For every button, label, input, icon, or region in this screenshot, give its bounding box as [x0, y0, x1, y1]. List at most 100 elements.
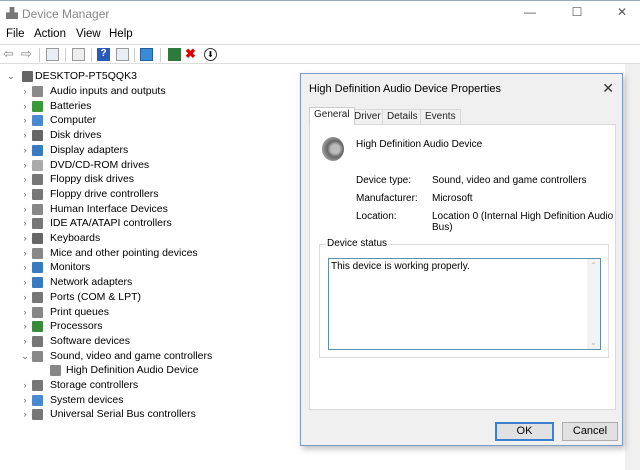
chevron-right-icon[interactable]: › — [20, 393, 30, 408]
properties-icon[interactable] — [72, 48, 85, 61]
tree-root-label: DESKTOP-PT5QQK3 — [35, 70, 137, 82]
tree-item-label: Computer — [50, 114, 97, 127]
device-type-value: Sound, video and game controllers — [432, 175, 587, 186]
device-status-group: Device status This device is working pro… — [319, 238, 609, 358]
location-label: Location: — [356, 211, 397, 222]
menu-help[interactable]: Help — [109, 28, 133, 40]
status-scrollbar[interactable]: ⌃ ⌄ — [587, 259, 600, 349]
device-status-label: Device status — [326, 238, 389, 249]
chevron-right-icon[interactable]: › — [20, 128, 30, 143]
toolbar: ⇦ ⇨ ? ✖ ⬇ — [0, 44, 640, 64]
properties-dialog: High Definition Audio Device Properties … — [300, 73, 623, 446]
tree-item-label: Storage controllers — [50, 379, 139, 391]
title-bar: Device Manager — ☐ ✕ — [0, 0, 640, 26]
tab-events[interactable]: Events — [420, 109, 461, 124]
console-tree-icon[interactable] — [46, 48, 59, 61]
chevron-right-icon[interactable]: › — [20, 260, 30, 275]
menu-bar: File Action View Help — [0, 26, 640, 44]
device-category-icon — [50, 365, 61, 377]
chevron-down-icon[interactable]: ⌄ — [20, 349, 30, 364]
device-category-icon — [32, 218, 43, 230]
general-panel: High Definition Audio Device Device type… — [309, 124, 616, 410]
forward-icon[interactable]: ⇨ — [21, 47, 34, 61]
chevron-right-icon[interactable]: › — [20, 113, 30, 128]
menu-action[interactable]: Action — [34, 28, 66, 40]
tree-item-label: DVD/CD-ROM drives — [50, 158, 150, 171]
manufacturer-value: Microsoft — [432, 193, 473, 204]
tree-item-label: Display adapters — [50, 143, 129, 156]
menu-file[interactable]: File — [6, 28, 25, 40]
tree-item-label: Network adapters — [50, 276, 133, 289]
device-type-label: Device type: — [356, 175, 412, 186]
chevron-right-icon[interactable]: › — [20, 305, 30, 320]
device-category-icon — [32, 380, 43, 391]
dialog-close-button[interactable]: ✕ — [602, 80, 614, 97]
tree-item-label: Ports (COM & LPT) — [50, 290, 142, 303]
chevron-right-icon[interactable]: › — [20, 231, 30, 246]
chevron-right-icon[interactable]: › — [20, 246, 30, 261]
tree-item-label: Batteries — [50, 99, 92, 112]
close-button[interactable]: ✕ — [610, 5, 634, 21]
scan-hardware-icon[interactable] — [140, 48, 153, 61]
chevron-right-icon[interactable]: › — [20, 290, 30, 305]
chevron-right-icon[interactable]: › — [20, 216, 30, 231]
device-category-icon — [32, 350, 43, 362]
update-driver-icon[interactable] — [168, 48, 181, 61]
tab-details[interactable]: Details — [382, 109, 423, 124]
device-category-icon — [32, 262, 43, 274]
device-status-text: This device is working properly. — [331, 261, 470, 272]
device-category-icon — [32, 394, 43, 406]
back-icon[interactable]: ⇦ — [3, 47, 16, 61]
device-name: High Definition Audio Device — [356, 139, 483, 150]
chevron-right-icon[interactable]: › — [20, 407, 30, 422]
device-category-icon — [32, 144, 43, 156]
tree-item-label: Print queues — [50, 305, 109, 318]
chevron-right-icon[interactable]: › — [20, 378, 30, 393]
maximize-button[interactable]: ☐ — [565, 5, 589, 21]
device-category-icon — [32, 247, 43, 259]
chevron-right-icon[interactable]: › — [20, 187, 30, 202]
chevron-right-icon[interactable]: › — [20, 99, 30, 114]
window-title: Device Manager — [22, 7, 110, 21]
tab-general[interactable]: General — [309, 107, 355, 125]
help-icon[interactable]: ? — [97, 48, 110, 61]
chevron-right-icon[interactable]: › — [20, 275, 30, 290]
device-category-icon — [32, 335, 43, 347]
tree-item-label: Audio inputs and outputs — [50, 85, 166, 97]
device-status-textbox[interactable]: This device is working properly. ⌃ ⌄ — [328, 258, 601, 350]
dialog-title: High Definition Audio Device Properties — [309, 83, 501, 95]
cancel-button[interactable]: Cancel — [562, 422, 618, 441]
tree-item-label: Monitors — [50, 261, 91, 274]
tree-item-label: Universal Serial Bus controllers — [50, 408, 196, 421]
chevron-right-icon[interactable]: › — [20, 172, 30, 187]
tree-item-label: Mice and other pointing devices — [50, 246, 198, 259]
tree-item-label: Keyboards — [50, 232, 101, 244]
minimize-button[interactable]: — — [518, 5, 542, 21]
device-category-icon — [32, 277, 43, 289]
computer-icon — [22, 71, 33, 82]
device-category-icon — [32, 291, 43, 303]
action-pane-icon[interactable] — [116, 48, 129, 61]
device-category-icon — [32, 321, 43, 333]
chevron-right-icon[interactable]: › — [20, 319, 30, 334]
tree-item-label: Human Interface Devices — [50, 202, 168, 215]
uninstall-icon[interactable]: ✖ — [185, 47, 198, 61]
manufacturer-label: Manufacturer: — [356, 193, 418, 204]
disable-icon[interactable]: ⬇ — [204, 48, 217, 61]
chevron-right-icon[interactable]: › — [20, 143, 30, 158]
chevron-right-icon[interactable]: › — [20, 158, 30, 173]
chevron-right-icon[interactable]: › — [20, 202, 30, 217]
tree-item-label: Processors — [50, 320, 103, 333]
chevron-down-icon[interactable]: ⌄ — [6, 69, 16, 84]
vertical-scrollbar[interactable] — [625, 64, 640, 470]
device-category-icon — [32, 100, 43, 112]
device-category-icon — [32, 174, 43, 186]
menu-view[interactable]: View — [76, 28, 101, 40]
tree-item-label: Floppy drive controllers — [50, 187, 159, 200]
ok-button[interactable]: OK — [495, 422, 554, 441]
tree-item-label: IDE ATA/ATAPI controllers — [50, 217, 172, 230]
chevron-right-icon[interactable]: › — [20, 334, 30, 349]
tree-item-label: Sound, video and game controllers — [50, 349, 213, 362]
tree-item-label: Disk drives — [50, 129, 102, 142]
chevron-right-icon[interactable]: › — [20, 84, 30, 99]
